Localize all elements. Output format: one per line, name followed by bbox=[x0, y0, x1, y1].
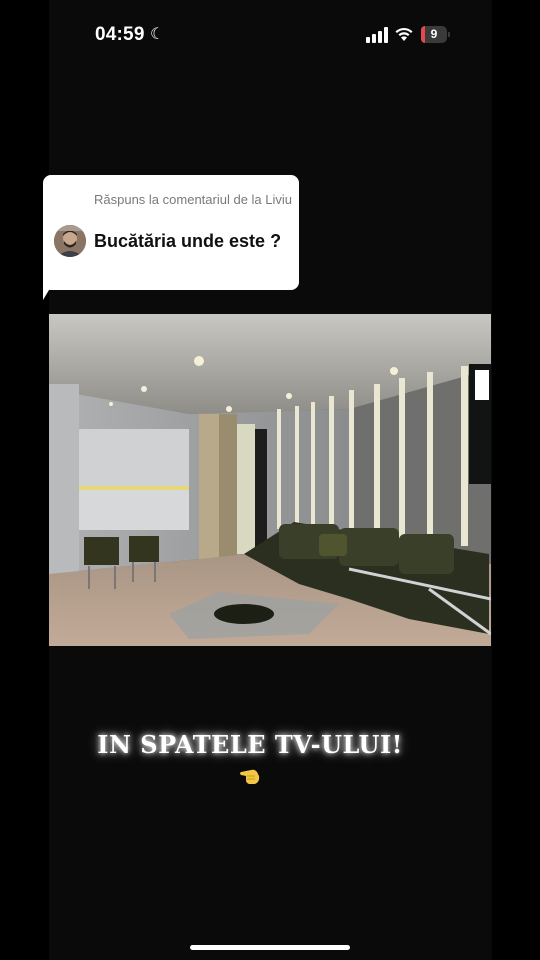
pointing-hand-icon bbox=[240, 769, 260, 784]
story-caption: IN SPATELE TV-ULUI! bbox=[97, 730, 403, 759]
status-bar: 04:59 ☾ 9 bbox=[0, 0, 540, 70]
cellular-signal-icon bbox=[366, 27, 388, 43]
battery-level: 9 bbox=[430, 27, 438, 41]
battery-icon: 9 bbox=[421, 26, 451, 43]
battery-cap bbox=[448, 32, 450, 37]
reply-comment-text: Bucătăria unde este ? bbox=[94, 231, 282, 251]
reply-context-label: Răspuns la comentariul de la Liviu bbox=[94, 192, 292, 207]
moon-icon: ☾ bbox=[150, 26, 165, 43]
comment-reply-tail bbox=[43, 280, 55, 300]
wifi-icon bbox=[395, 27, 413, 41]
status-time: 04:59 bbox=[95, 24, 145, 45]
avatar-photo bbox=[54, 225, 86, 257]
avatar[interactable] bbox=[54, 225, 86, 257]
interior-render-image bbox=[49, 314, 491, 646]
home-indicator[interactable] bbox=[190, 945, 350, 950]
